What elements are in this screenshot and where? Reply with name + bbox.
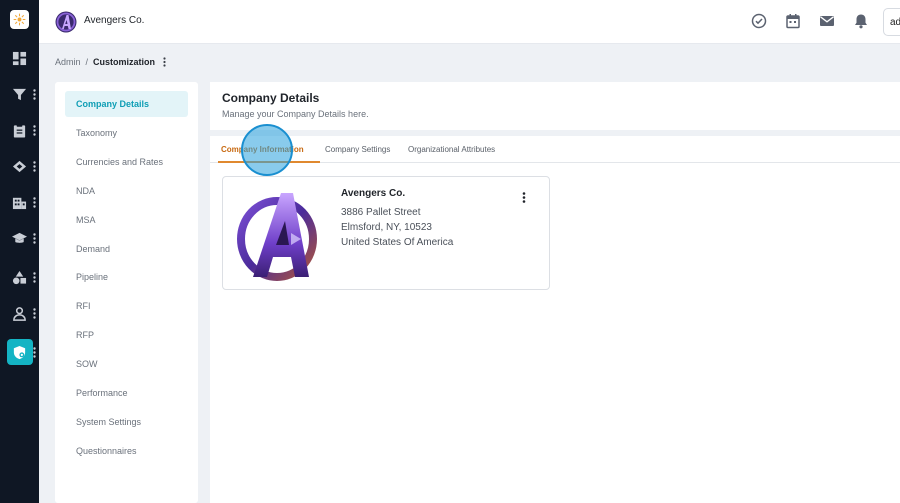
user-initials: ad [890,17,900,28]
avengers-logo-icon[interactable] [55,11,77,33]
side-item-sow[interactable]: SOW [65,351,188,377]
rail-building[interactable] [0,189,39,215]
kebab-icon[interactable] [33,346,36,358]
tab-company-settings[interactable]: Company Settings [325,145,390,154]
side-item-system-settings[interactable]: System Settings [65,409,188,435]
page-subtitle: Manage your Company Details here. [222,109,369,119]
top-bar: Avengers Co. ad [39,0,900,44]
avengers-logo-icon [237,193,317,281]
graduation-cap-icon [12,232,27,243]
side-item-pipeline[interactable]: Pipeline [65,264,188,290]
dashboard-icon [12,51,27,65]
side-item-taxonomy[interactable]: Taxonomy [65,120,188,146]
kebab-icon[interactable] [33,307,36,319]
company-name: Avengers Co. [341,188,406,199]
app-logo-icon[interactable] [10,10,29,29]
kebab-icon[interactable] [33,196,36,208]
clipboard-icon [13,123,26,138]
user-icon [13,306,26,321]
page-header: Company Details Manage your Company Deta… [210,82,900,130]
kebab-icon[interactable] [33,271,36,283]
address-line-2: Elmsford, NY, 10523 [341,222,432,233]
kebab-icon[interactable] [33,124,36,136]
page-title: Company Details [222,91,320,105]
click-indicator [241,124,293,176]
breadcrumb-separator: / [85,57,89,67]
rail-user[interactable] [0,300,39,326]
rail-handshake[interactable] [0,153,39,179]
card-kebab-icon[interactable] [522,192,526,203]
rail-shapes[interactable] [0,264,39,290]
check-circle-icon[interactable] [751,13,767,29]
building-icon [12,197,27,209]
address-line-1: 3886 Pallet Street [341,207,421,218]
side-item-questionnaires[interactable]: Questionnaires [65,438,188,464]
kebab-icon[interactable] [33,232,36,244]
breadcrumb: Admin / Customization [55,57,166,67]
tab-bar: Company Information Company Settings Org… [210,136,900,163]
breadcrumb-admin-link[interactable]: Admin [55,57,81,67]
mail-icon[interactable] [819,13,835,29]
main-panel: Company Details Manage your Company Deta… [210,82,900,503]
handshake-icon [12,160,27,172]
address-line-3: United States Of America [341,237,454,248]
rail-training[interactable] [0,225,39,251]
side-item-company-details[interactable]: Company Details [65,91,188,117]
bell-icon[interactable] [853,13,869,29]
side-item-rfi[interactable]: RFI [65,293,188,319]
more-options-icon[interactable] [163,57,166,67]
rail-clipboard[interactable] [0,117,39,143]
calendar-icon[interactable] [785,13,801,29]
breadcrumb-current: Customization [93,57,156,67]
kebab-icon[interactable] [33,160,36,172]
rail-filter[interactable] [0,81,39,107]
side-item-msa[interactable]: MSA [65,207,188,233]
tab-organizational-attributes[interactable]: Organizational Attributes [408,145,495,154]
filter-icon [12,88,27,100]
user-menu-button[interactable]: ad [883,8,900,36]
side-item-performance[interactable]: Performance [65,380,188,406]
brand-name: Avengers Co. [84,15,145,26]
shapes-icon [12,270,27,284]
rail-dashboard[interactable] [0,45,39,71]
rail-admin-settings[interactable] [0,339,39,365]
side-item-nda[interactable]: NDA [65,178,188,204]
company-card: Avengers Co. 3886 Pallet Street Elmsford… [222,176,550,290]
customization-side-menu: Company Details Taxonomy Currencies and … [55,82,198,503]
side-item-currencies[interactable]: Currencies and Rates [65,149,188,175]
shield-gear-icon [13,345,26,359]
side-item-demand[interactable]: Demand [65,236,188,262]
side-item-rfp[interactable]: RFP [65,322,188,348]
kebab-icon[interactable] [33,88,36,100]
left-rail [0,0,39,503]
